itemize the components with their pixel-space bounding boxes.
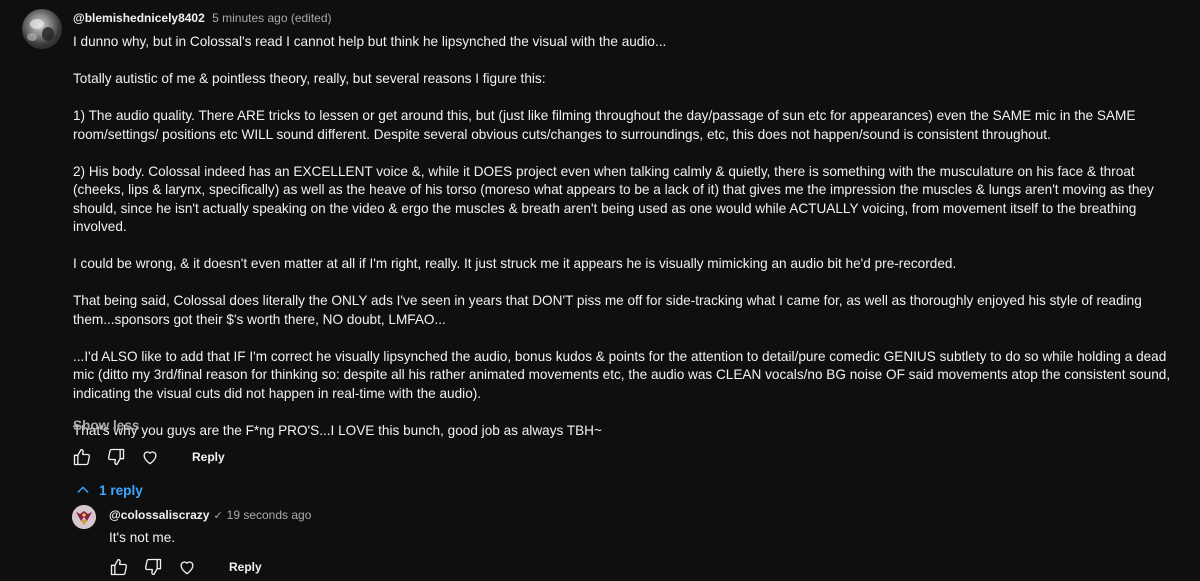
thumbs-up-icon <box>73 448 91 466</box>
reply-button[interactable]: Reply <box>192 450 225 464</box>
replies-count: 1 reply <box>99 482 143 498</box>
comment-actions: Reply <box>70 445 225 469</box>
thumbs-down-icon <box>107 448 125 466</box>
replies-toggle-button[interactable]: 1 reply <box>75 480 143 500</box>
channel-logo-icon <box>72 505 96 529</box>
reply-dislike-button[interactable] <box>141 555 165 579</box>
reply-heart-button[interactable] <box>175 555 199 579</box>
avatar[interactable] <box>22 9 62 49</box>
comment-author[interactable]: @blemishednicely8402 <box>73 11 205 25</box>
comment-paragraph: That's why you guys are the F*ng PRO'S..… <box>73 422 602 438</box>
heart-icon <box>180 561 194 575</box>
comment-paragraph: I dunno why, but in Colossal's read I ca… <box>73 34 667 49</box>
thumbs-up-icon <box>110 558 128 576</box>
comment-paragraph: Totally autistic of me & pointless theor… <box>73 71 546 86</box>
reply-timestamp[interactable]: 19 seconds ago <box>227 508 312 522</box>
reply-avatar[interactable] <box>72 505 96 529</box>
comment-paragraph: That being said, Colossal does literally… <box>73 293 1142 327</box>
show-less-button[interactable]: Show less <box>73 418 139 433</box>
reply-actions: Reply <box>107 555 262 579</box>
reply-author[interactable]: @colossaliscrazy <box>109 508 209 522</box>
reply-text: It's not me. <box>109 530 176 545</box>
comment-body: I dunno why, but in Colossal's read I ca… <box>73 33 1183 440</box>
like-button[interactable] <box>70 445 94 469</box>
heart-icon <box>143 451 157 465</box>
checkmark-icon: ✓ <box>213 509 223 522</box>
reply-header: @colossaliscrazy ✓ 19 seconds ago <box>109 508 311 522</box>
comment-paragraph: I could be wrong, & it doesn't even matt… <box>73 256 957 271</box>
heart-button[interactable] <box>138 445 162 469</box>
reply-reply-button[interactable]: Reply <box>229 560 262 574</box>
comment-paragraph: 2) His body. Colossal indeed has an EXCE… <box>73 163 1154 235</box>
dislike-button[interactable] <box>104 445 128 469</box>
comment-header: @blemishednicely8402 5 minutes ago (edit… <box>73 10 332 26</box>
comment-timestamp[interactable]: 5 minutes ago (edited) <box>212 11 331 25</box>
chevron-up-icon <box>77 486 89 493</box>
comment-paragraph: 1) The audio quality. There ARE tricks t… <box>73 108 1136 142</box>
reply-like-button[interactable] <box>107 555 131 579</box>
comment-paragraph: ...I'd ALSO like to add that IF I'm corr… <box>73 348 1171 401</box>
thumbs-down-icon <box>144 558 162 576</box>
